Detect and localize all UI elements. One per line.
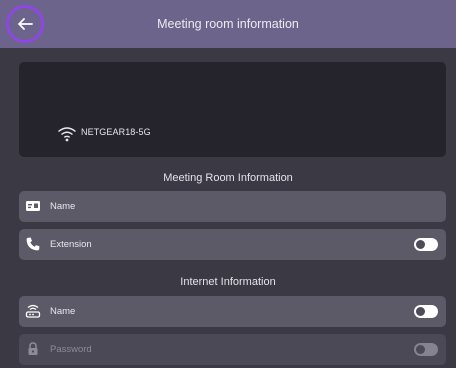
network-name-row[interactable]: Name (19, 296, 446, 327)
extension-toggle[interactable] (414, 238, 438, 251)
router-icon (25, 304, 41, 318)
network-name-label: Name (50, 306, 76, 317)
network-password-row[interactable]: Password (19, 334, 446, 365)
network-password-toggle[interactable] (414, 343, 438, 356)
meeting-room-name-row[interactable]: Name (19, 191, 446, 222)
wifi-icon (58, 127, 76, 142)
id-card-icon (26, 201, 40, 211)
header-bar: Meeting room information (0, 0, 456, 48)
room-preview-panel: NETGEAR18-5G (19, 62, 446, 157)
network-password-label: Password (50, 344, 92, 355)
wifi-ssid-label: NETGEAR18-5G (81, 127, 151, 137)
extension-label: Extension (50, 239, 92, 250)
extension-row[interactable]: Extension (19, 229, 446, 260)
network-name-toggle[interactable] (414, 305, 438, 318)
lock-icon (28, 342, 38, 355)
internet-section-title: Internet Information (180, 276, 276, 288)
phone-icon (26, 237, 40, 251)
page-title: Meeting room information (157, 17, 299, 31)
meeting-room-name-label: Name (50, 201, 76, 212)
meeting-room-section-title: Meeting Room Information (163, 172, 293, 184)
